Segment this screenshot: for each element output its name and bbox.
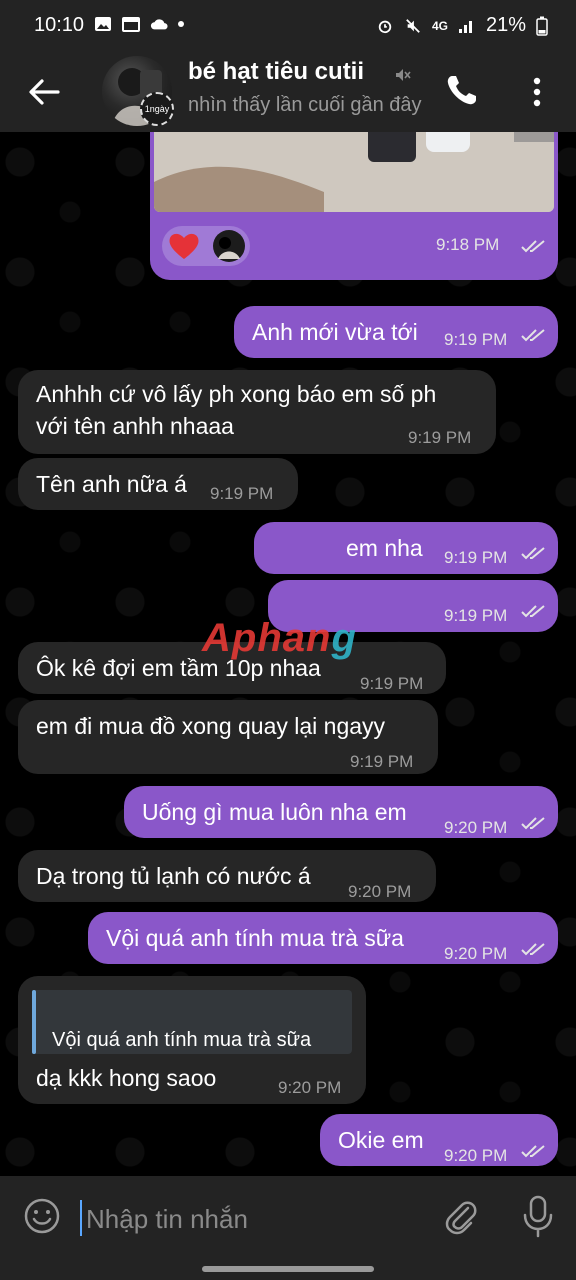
message-composer <box>0 1176 576 1280</box>
outgoing-message[interactable]: Anh mới vừa tới 9:19 PM <box>234 306 558 358</box>
message-text: Okie em <box>338 1127 424 1153</box>
back-arrow-icon[interactable] <box>24 72 64 112</box>
attachment-icon[interactable] <box>440 1196 480 1236</box>
read-receipt-icon <box>521 240 545 253</box>
message-text: Vội quá anh tính mua trà sữa <box>106 925 404 951</box>
message-time: 9:19 PM <box>350 752 414 771</box>
incoming-message[interactable]: Anhhh cứ vô lấy ph xong báo em số ph với… <box>18 370 496 454</box>
incoming-reply-message[interactable]: Vội quá anh tính mua trà sữa dạ kkk hong… <box>18 976 366 1104</box>
outgoing-message[interactable]: em nha 9:19 PM <box>254 522 558 574</box>
message-time: 9:20 PM <box>444 818 508 837</box>
watermark-logo: Aphang <box>202 616 357 660</box>
more-notifications-dot <box>178 21 184 27</box>
reactions-bar[interactable] <box>162 226 250 266</box>
battery-percent: 21% <box>485 14 526 36</box>
message-time: 9:19 PM <box>408 428 472 447</box>
message-text-line-1: Anhhh cứ vô lấy ph xong báo em số ph <box>36 381 437 407</box>
phone-call-icon[interactable] <box>442 70 482 110</box>
outgoing-message[interactable]: Vội quá anh tính mua trà sữa 9:20 PM <box>88 912 558 964</box>
outgoing-message[interactable]: Uống gì mua luôn nha em 9:20 PM <box>124 786 558 838</box>
chat-header: 1ngày bé hạt tiêu cutii nhìn thấy lần cu… <box>0 52 576 132</box>
battery-icon <box>536 16 548 36</box>
reactor-avatar <box>213 230 245 262</box>
read-receipt-icon <box>521 547 545 560</box>
photo-content <box>154 132 554 212</box>
media-message-bubble[interactable]: 9:18 PM <box>150 132 558 280</box>
quote-bar <box>32 990 36 1054</box>
message-text: dạ kkk hong saoo <box>36 1065 217 1091</box>
emoji-icon[interactable] <box>22 1196 62 1236</box>
quoted-text: Vội quá anh tính mua trà sữa <box>52 1029 312 1051</box>
text-cursor <box>80 1200 82 1236</box>
message-text: Anh mới vừa tới <box>252 319 418 345</box>
status-bar: 10:10 4G 21% <box>0 0 576 52</box>
quoted-message[interactable]: Vội quá anh tính mua trà sữa <box>32 990 352 1054</box>
story-badge: 1ngày <box>140 92 174 126</box>
message-text: Tên anh nữa á <box>36 471 187 497</box>
last-seen-status: nhìn thấy lần cuối gần đây <box>188 94 422 116</box>
gallery-notification-icon <box>95 17 111 31</box>
message-text: em đi mua đồ xong quay lại ngayy <box>36 713 386 739</box>
message-time: 9:19 PM <box>210 484 274 503</box>
muted-chat-icon <box>396 69 411 81</box>
incoming-message[interactable]: Dạ trong tủ lạnh có nước á 9:20 PM <box>18 850 436 902</box>
more-options-icon[interactable] <box>522 72 552 112</box>
read-receipt-icon <box>521 817 545 830</box>
heart-reaction-icon <box>169 233 199 259</box>
calendar-notification-icon <box>122 17 140 32</box>
home-indicator[interactable] <box>202 1266 374 1272</box>
read-receipt-icon <box>521 943 545 956</box>
status-time: 10:10 <box>34 14 85 36</box>
message-time: 9:20 PM <box>348 882 412 901</box>
contact-name[interactable]: bé hạt tiêu cutii <box>188 58 364 86</box>
read-receipt-icon <box>521 605 545 618</box>
message-time: 9:19 PM <box>444 548 508 567</box>
message-time: 9:19 PM <box>444 330 508 349</box>
message-text: Uống gì mua luôn nha em <box>142 799 407 825</box>
message-time: 9:20 PM <box>444 944 508 963</box>
read-receipt-icon <box>521 1145 545 1158</box>
photo-attachment[interactable] <box>154 132 554 212</box>
message-text: em nha <box>346 535 423 561</box>
read-receipt-icon <box>521 329 545 342</box>
message-time: 9:19 PM <box>360 674 424 693</box>
incoming-message[interactable]: em đi mua đồ xong quay lại ngayy 9:19 PM <box>18 700 438 774</box>
message-time: 9:19 PM <box>444 606 508 625</box>
alarm-icon <box>378 20 392 33</box>
network-type: 4G <box>431 18 448 33</box>
mute-status-icon <box>406 18 420 33</box>
message-time: 9:20 PM <box>444 1146 508 1165</box>
cloud-notification-icon <box>150 19 168 30</box>
message-time: 9:18 PM <box>436 235 500 254</box>
message-input[interactable] <box>84 1196 428 1242</box>
incoming-message[interactable]: Tên anh nữa á 9:19 PM <box>18 458 298 510</box>
message-text-line-2: với tên anhh nhaaa <box>36 413 234 439</box>
microphone-icon[interactable] <box>520 1194 556 1238</box>
signal-icon <box>458 20 472 33</box>
message-time: 9:20 PM <box>278 1078 342 1097</box>
outgoing-message[interactable]: Okie em 9:20 PM <box>320 1114 558 1166</box>
message-text: Dạ trong tủ lạnh có nước á <box>36 863 311 889</box>
